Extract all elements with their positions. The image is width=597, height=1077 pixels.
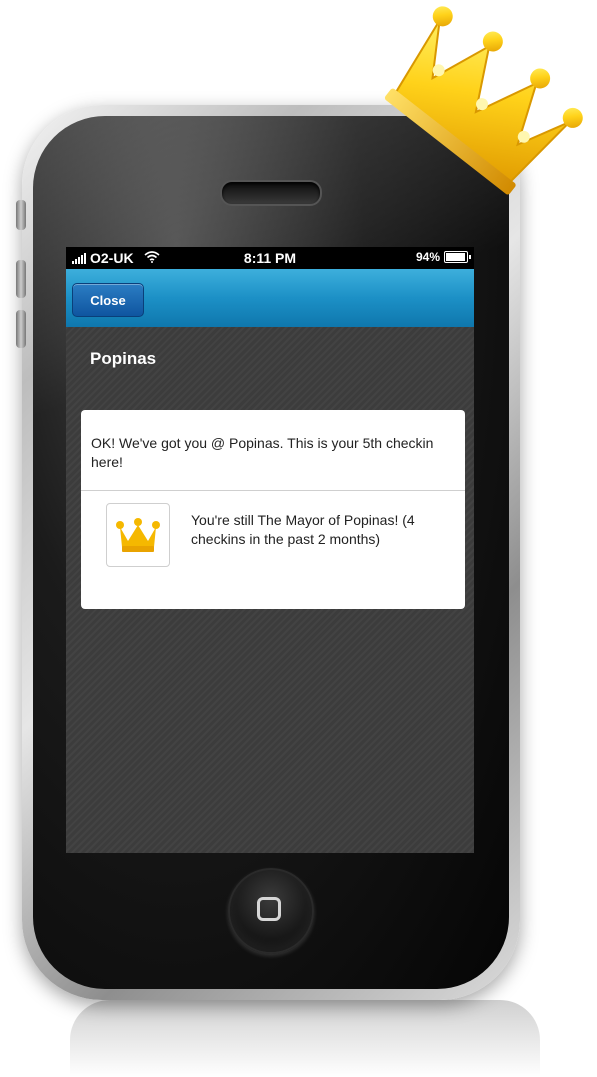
checkin-card: OK! We've got you @ Popinas. This is you… [81, 410, 465, 609]
volume-up-button [16, 260, 26, 298]
mayor-badge [106, 503, 170, 567]
status-bar: O2-UK 8:11 PM 94% [66, 247, 474, 269]
navigation-bar: Close [66, 269, 474, 328]
mayor-message: You're still The Mayor of Popinas! (4 ch… [191, 512, 415, 547]
volume-down-button [16, 310, 26, 348]
status-time: 8:11 PM [243, 250, 297, 266]
earpiece-speaker [220, 180, 322, 206]
home-square-icon [257, 897, 281, 921]
close-button[interactable]: Close [72, 283, 144, 317]
battery-group: 94% [415, 250, 471, 264]
phone-screen: O2-UK 8:11 PM 94% Close Popinas OK! We'v… [66, 247, 474, 853]
mayor-crown-decoration [384, 6, 583, 195]
battery-percent: 94% [415, 250, 440, 264]
silent-switch [16, 200, 26, 230]
venue-title: Popinas [90, 349, 157, 368]
card-divider [81, 490, 465, 491]
checkin-content: Popinas OK! We've got you @ Popinas. Thi… [66, 327, 474, 853]
home-button[interactable] [228, 868, 314, 954]
crown-icon [116, 518, 160, 552]
checkin-message: OK! We've got you @ Popinas. This is you… [91, 435, 434, 470]
battery-icon [444, 251, 471, 263]
phone-reflection [70, 1000, 540, 1077]
